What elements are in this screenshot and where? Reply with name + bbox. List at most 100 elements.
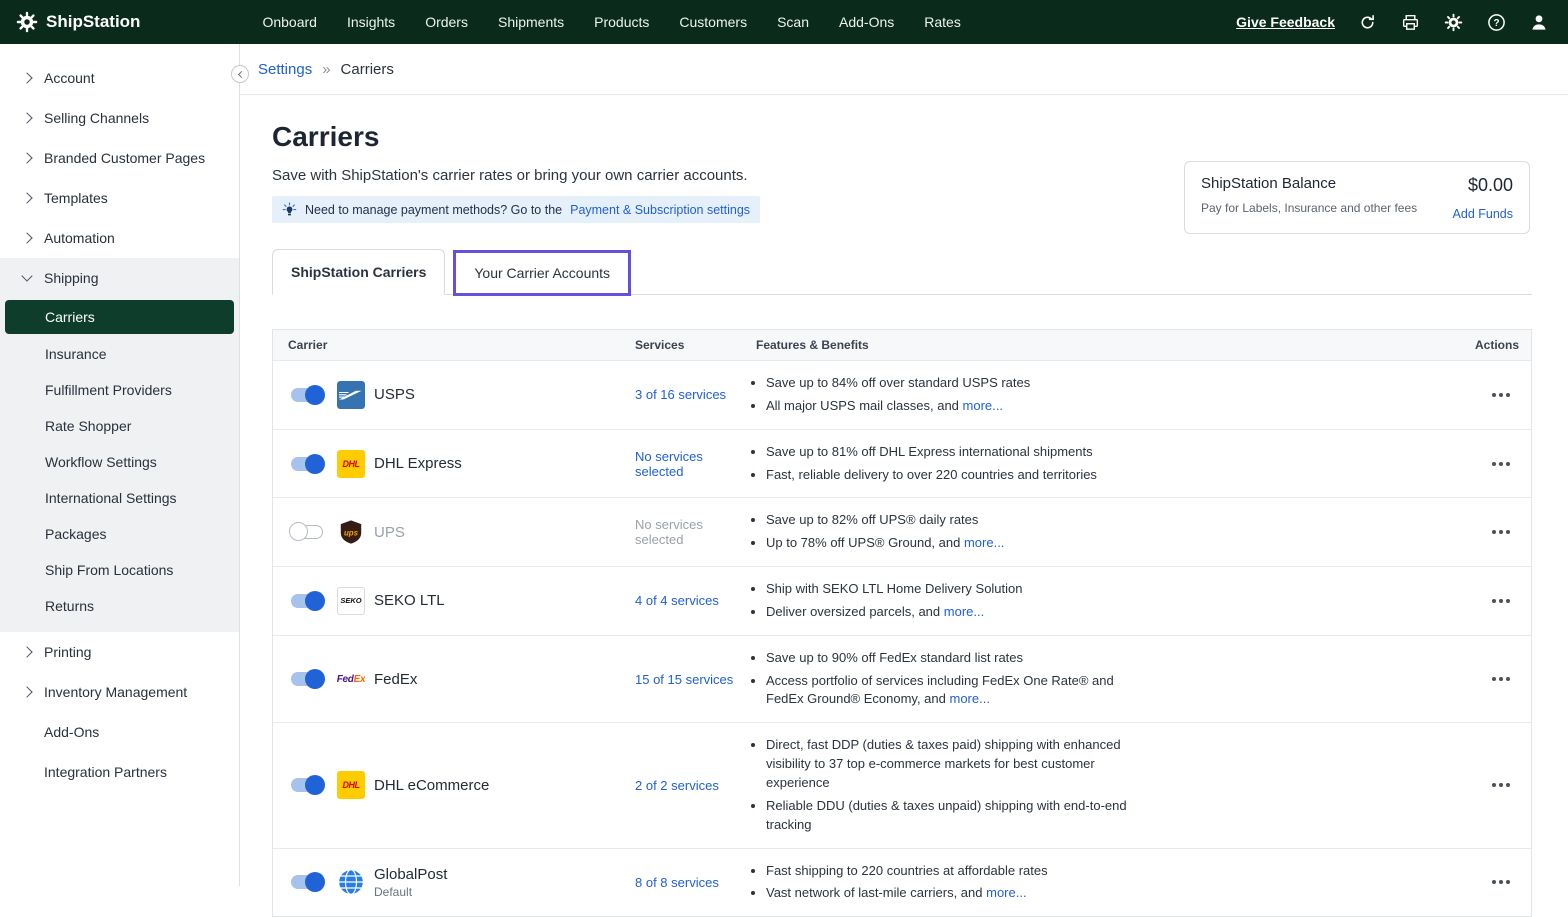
more-link[interactable]: more...: [986, 885, 1026, 900]
seko-enable-toggle[interactable]: [291, 594, 323, 608]
dhl-ecommerce-enable-toggle[interactable]: [291, 778, 323, 792]
payment-subscription-settings-link[interactable]: Payment & Subscription settings: [570, 203, 750, 217]
tab-your-carrier-accounts[interactable]: Your Carrier Accounts: [456, 253, 628, 293]
chevron-right-icon: [21, 112, 32, 123]
sidebar-item-shipping[interactable]: Shipping: [0, 258, 239, 298]
ellipsis-menu-icon[interactable]: [1489, 873, 1513, 891]
add-funds-link[interactable]: Add Funds: [1453, 207, 1513, 221]
ups-enable-toggle[interactable]: [291, 525, 323, 539]
nav-item-shipments[interactable]: Shipments: [498, 14, 564, 30]
shipstation-balance-card: ShipStation Balance Pay for Labels, Insu…: [1184, 161, 1530, 234]
usps-services-link[interactable]: 3 of 16 services: [621, 387, 746, 402]
sidebar-item-branded-customer-pages[interactable]: Branded Customer Pages: [0, 138, 239, 178]
sidebar-item-ship-from-locations[interactable]: Ship From Locations: [0, 552, 239, 588]
carrier-row-fedex: FedEx FedEx 15 of 15 services Save up to…: [273, 635, 1531, 723]
dhl-ecommerce-services-link[interactable]: 2 of 2 services: [621, 778, 746, 793]
settings-sidebar: Account Selling Channels Branded Custome…: [0, 44, 240, 886]
column-header-actions: Actions: [1459, 338, 1531, 352]
column-header-features: Features & Benefits: [746, 338, 1459, 352]
sidebar-item-printing[interactable]: Printing: [0, 632, 239, 672]
ellipsis-menu-icon[interactable]: [1489, 776, 1513, 794]
fedex-services-link[interactable]: 15 of 15 services: [621, 672, 746, 687]
nav-item-scan[interactable]: Scan: [777, 14, 809, 30]
more-link[interactable]: more...: [963, 398, 1003, 413]
print-icon[interactable]: [1399, 11, 1421, 33]
nav-item-customers[interactable]: Customers: [679, 14, 747, 30]
seko-services-link[interactable]: 4 of 4 services: [621, 593, 746, 608]
user-icon[interactable]: [1528, 11, 1550, 33]
nav-item-orders[interactable]: Orders: [425, 14, 468, 30]
tab-shipstation-carriers[interactable]: ShipStation Carriers: [272, 249, 445, 295]
nav-item-products[interactable]: Products: [594, 14, 649, 30]
sidebar-item-add-ons[interactable]: Add-Ons: [0, 712, 239, 752]
shipstation-logo-icon: [16, 11, 38, 33]
sidebar-item-integration-partners[interactable]: Integration Partners: [0, 752, 239, 792]
dhl-express-logo-icon: DHL: [337, 450, 365, 478]
sidebar-item-label: Branded Customer Pages: [44, 150, 205, 166]
ellipsis-menu-icon[interactable]: [1489, 386, 1513, 404]
globalpost-services-link[interactable]: 8 of 8 services: [621, 875, 746, 890]
sidebar-item-inventory-management[interactable]: Inventory Management: [0, 672, 239, 712]
breadcrumb-settings-link[interactable]: Settings: [258, 61, 312, 78]
fedex-enable-toggle[interactable]: [291, 672, 323, 686]
table-header-row: Carrier Services Features & Benefits Act…: [273, 330, 1531, 360]
feature-bullet: Direct, fast DDP (duties & taxes paid) s…: [766, 736, 1128, 793]
carrier-row-usps: USPS 3 of 16 services Save up to 84% off…: [273, 360, 1531, 429]
more-link[interactable]: more...: [964, 535, 1004, 550]
nav-item-rates[interactable]: Rates: [924, 14, 961, 30]
ellipsis-menu-icon[interactable]: [1489, 592, 1513, 610]
sidebar-item-workflow-settings[interactable]: Workflow Settings: [0, 444, 239, 480]
column-header-carrier: Carrier: [273, 338, 621, 352]
dhl-express-enable-toggle[interactable]: [291, 457, 323, 471]
help-icon[interactable]: ?: [1485, 11, 1507, 33]
ellipsis-menu-icon[interactable]: [1489, 523, 1513, 541]
sidebar-item-international-settings[interactable]: International Settings: [0, 480, 239, 516]
globalpost-enable-toggle[interactable]: [291, 875, 323, 889]
shipstation-logo[interactable]: ShipStation: [16, 11, 140, 33]
nav-item-insights[interactable]: Insights: [347, 14, 395, 30]
sidebar-item-carriers[interactable]: Carriers: [5, 300, 234, 334]
feature-bullet: Access portfolio of services including F…: [766, 672, 1128, 710]
sidebar-collapse-button[interactable]: [231, 65, 249, 83]
nav-item-add-ons[interactable]: Add-Ons: [839, 14, 894, 30]
sidebar-item-returns[interactable]: Returns: [0, 588, 239, 624]
nav-item-onboard[interactable]: Onboard: [262, 14, 316, 30]
ellipsis-menu-icon[interactable]: [1489, 670, 1513, 688]
feature-bullet: Vast network of last-mile carriers, and …: [766, 884, 1128, 903]
carrier-name: DHL Express: [374, 455, 462, 472]
sidebar-group-shipping: Shipping Carriers Insurance Fulfillment …: [0, 258, 239, 632]
chevron-right-icon: [21, 192, 32, 203]
sidebar-item-fulfillment-providers[interactable]: Fulfillment Providers: [0, 372, 239, 408]
page-title: Carriers: [272, 121, 1532, 153]
main-content: Settings » Carriers Carriers Save with S…: [240, 44, 1568, 886]
main-nav: Onboard Insights Orders Shipments Produc…: [262, 14, 960, 30]
ups-services-text: No services selected: [621, 517, 746, 547]
sidebar-item-label: Templates: [44, 190, 108, 206]
brand-name: ShipStation: [46, 12, 140, 32]
sidebar-item-account[interactable]: Account: [0, 58, 239, 98]
usps-enable-toggle[interactable]: [291, 388, 323, 402]
dhl-express-services-link[interactable]: No services selected: [621, 449, 746, 479]
more-link[interactable]: more...: [950, 691, 990, 706]
bulb-icon: [282, 202, 297, 217]
usps-logo-icon: [337, 381, 365, 409]
more-link[interactable]: more...: [944, 604, 984, 619]
sidebar-item-label: Inventory Management: [44, 684, 187, 700]
carrier-row-seko-ltl: SEKO SEKO LTL 4 of 4 services Ship with …: [273, 566, 1531, 635]
sidebar-item-insurance[interactable]: Insurance: [0, 336, 239, 372]
carrier-row-globalpost: GlobalPostDefault 8 of 8 services Fast s…: [273, 848, 1531, 917]
feature-bullet: All major USPS mail classes, and more...: [766, 397, 1128, 416]
sidebar-item-packages[interactable]: Packages: [0, 516, 239, 552]
give-feedback-link[interactable]: Give Feedback: [1236, 14, 1335, 30]
sidebar-item-rate-shopper[interactable]: Rate Shopper: [0, 408, 239, 444]
sidebar-item-automation[interactable]: Automation: [0, 218, 239, 258]
top-navigation-bar: ShipStation Onboard Insights Orders Ship…: [0, 0, 1568, 44]
sidebar-item-templates[interactable]: Templates: [0, 178, 239, 218]
settings-gear-icon[interactable]: [1442, 11, 1464, 33]
carrier-tabs: ShipStation Carriers Your Carrier Accoun…: [272, 249, 1532, 295]
chevron-down-icon: [21, 270, 32, 281]
sidebar-item-selling-channels[interactable]: Selling Channels: [0, 98, 239, 138]
refresh-icon[interactable]: [1356, 11, 1378, 33]
seko-logo-icon: SEKO: [337, 587, 365, 615]
ellipsis-menu-icon[interactable]: [1489, 455, 1513, 473]
